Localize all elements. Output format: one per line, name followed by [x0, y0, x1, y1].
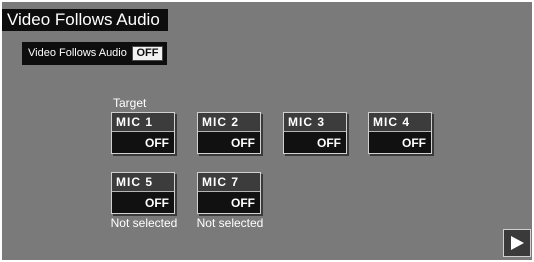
mic-1-state: OFF — [145, 136, 169, 150]
mic-7-button[interactable]: MIC 7 OFF — [197, 172, 261, 214]
mic-3-button[interactable]: MIC 3 OFF — [283, 112, 347, 154]
mic-3-label: MIC 3 — [284, 113, 346, 132]
video-follows-audio-label: Video Follows Audio — [28, 47, 127, 59]
mic-5-note: Not selected — [110, 216, 178, 230]
mic-7-label: MIC 7 — [198, 173, 260, 192]
mic-5-label: MIC 5 — [112, 173, 174, 192]
mic-2-button[interactable]: MIC 2 OFF — [197, 112, 261, 154]
mic-7-note: Not selected — [196, 216, 264, 230]
mic-4-button[interactable]: MIC 4 OFF — [368, 112, 432, 154]
mic-4-state: OFF — [402, 136, 426, 150]
mic-3-state: OFF — [317, 136, 341, 150]
mic-4-label: MIC 4 — [369, 113, 431, 132]
mic-2-label: MIC 2 — [198, 113, 260, 132]
play-arrow-icon — [511, 236, 524, 250]
mic-5-button[interactable]: MIC 5 OFF — [111, 172, 175, 214]
next-page-button[interactable] — [503, 229, 531, 257]
mic-1-label: MIC 1 — [112, 113, 174, 132]
mic-7-state: OFF — [231, 196, 255, 210]
mic-2-state: OFF — [231, 136, 255, 150]
mic-1-button[interactable]: MIC 1 OFF — [111, 112, 175, 154]
page-title: Video Follows Audio — [2, 9, 168, 31]
video-follows-audio-setting[interactable]: Video Follows Audio OFF — [22, 42, 167, 65]
mic-5-state: OFF — [145, 196, 169, 210]
video-follows-audio-toggle[interactable]: OFF — [132, 46, 163, 61]
target-label: Target — [113, 96, 147, 110]
